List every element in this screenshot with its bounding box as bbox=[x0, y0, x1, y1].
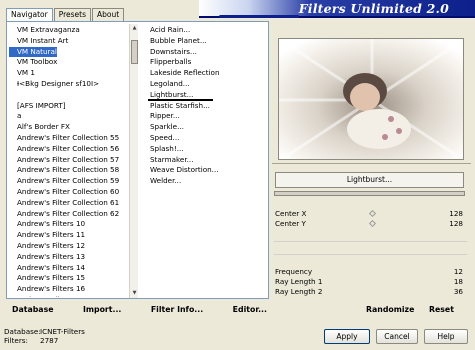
category-item[interactable]: Andrew's Filters 14 bbox=[9, 263, 129, 274]
category-item[interactable]: Andrew's Filters 10 bbox=[9, 219, 129, 230]
preview-image bbox=[278, 38, 464, 160]
category-item[interactable]: Andrew's Filters 13 bbox=[9, 252, 129, 263]
current-filter-button[interactable]: Lightburst... bbox=[275, 172, 464, 188]
param-value: 128 bbox=[449, 209, 463, 218]
category-item[interactable] bbox=[9, 90, 129, 101]
category-item[interactable]: a bbox=[9, 111, 129, 122]
editor-link[interactable]: Editor... bbox=[233, 305, 267, 317]
filter-item[interactable]: Splash!... bbox=[148, 144, 268, 155]
filter-list[interactable]: Acid Rain... Bubble Planet... Downstairs..… bbox=[148, 25, 268, 297]
filter-item[interactable]: Legoland... bbox=[148, 79, 268, 90]
category-item[interactable]: Andrew's Filter Collection 57 bbox=[9, 155, 129, 166]
filter-item[interactable]: Sparkle... bbox=[148, 122, 268, 133]
param-center-x[interactable]: Center X 128 bbox=[274, 209, 467, 219]
category-item[interactable]: VM 1 bbox=[9, 68, 129, 79]
tab-about[interactable]: About bbox=[92, 8, 125, 21]
category-item[interactable]: VM Toolbox bbox=[9, 57, 129, 68]
filter-item[interactable]: Plastic Starfish... bbox=[148, 101, 268, 112]
filter-item[interactable]: Lightburst... bbox=[148, 90, 213, 101]
param-ray-length-1[interactable]: Ray Length 1 18 bbox=[274, 277, 467, 287]
filter-item[interactable]: Speed... bbox=[148, 133, 268, 144]
category-item[interactable]: Andrew's Filters 17 bbox=[9, 295, 129, 297]
category-item[interactable]: Andrew's Filter Collection 56 bbox=[9, 144, 129, 155]
category-item[interactable]: VM Instant Art bbox=[9, 36, 129, 47]
filter-item[interactable]: Downstairs... bbox=[148, 47, 268, 58]
param-label: Center X bbox=[275, 209, 307, 218]
slider-marker-icon[interactable] bbox=[368, 209, 377, 218]
navigator-actions: Database Import... Filter Info... Editor… bbox=[12, 305, 267, 317]
filter-item[interactable]: Acid Rain... bbox=[148, 25, 268, 36]
param-divider bbox=[274, 254, 467, 255]
category-item[interactable]: Andrew's Filter Collection 58 bbox=[9, 165, 129, 176]
preview-slider[interactable] bbox=[274, 191, 465, 196]
cancel-button[interactable]: Cancel bbox=[376, 329, 418, 344]
category-item[interactable]: Andrew's Filter Collection 59 bbox=[9, 176, 129, 187]
tab-navigator[interactable]: Navigator bbox=[6, 8, 53, 22]
scroll-up-arrow-icon[interactable]: ▲ bbox=[131, 25, 138, 32]
slider-marker-icon[interactable] bbox=[368, 219, 377, 228]
title-banner: Filters Unlimited 2.0 bbox=[199, 0, 475, 18]
category-scrollbar[interactable]: ▲ ▼ bbox=[129, 24, 138, 298]
category-item[interactable]: VM Natural bbox=[9, 46, 57, 58]
category-item[interactable]: Andrew's Filter Collection 55 bbox=[9, 133, 129, 144]
param-label: Frequency bbox=[275, 267, 313, 276]
params-bottom: Frequency 12 Ray Length 1 18 Ray Length 2 3… bbox=[274, 267, 467, 297]
apply-button[interactable]: Apply bbox=[324, 329, 370, 344]
param-value: 18 bbox=[453, 277, 463, 286]
filter-item[interactable]: Flipperballs bbox=[148, 57, 268, 68]
param-label: Ray Length 1 bbox=[275, 277, 323, 286]
param-ray-length-2[interactable]: Ray Length 2 36 bbox=[274, 287, 467, 297]
param-frequency[interactable]: Frequency 12 bbox=[274, 267, 467, 277]
preview-separator bbox=[272, 163, 471, 164]
category-item[interactable]: Andrew's Filters 15 bbox=[9, 273, 129, 284]
category-item[interactable]: [AFS IMPORT] bbox=[9, 101, 129, 112]
category-item[interactable]: Andrew's Filters 16 bbox=[9, 284, 129, 295]
scroll-down-arrow-icon[interactable]: ▼ bbox=[131, 290, 138, 297]
param-label: Center Y bbox=[275, 219, 306, 228]
filter-item[interactable]: Weave Distortion... bbox=[148, 165, 268, 176]
filters-status-label: Filters: bbox=[4, 335, 28, 345]
filter-item[interactable]: Welder... bbox=[148, 176, 268, 187]
status-area: Database: ICNET-Filters Filters: 2787 bbox=[4, 327, 85, 345]
import-link[interactable]: Import... bbox=[83, 305, 121, 317]
params-top: Center X 128 Center Y 128 bbox=[274, 209, 467, 229]
category-item[interactable]: Andrew's Filter Collection 60 bbox=[9, 187, 129, 198]
tab-bar: Navigator Presets About bbox=[6, 8, 125, 22]
param-label: Ray Length 2 bbox=[275, 287, 323, 296]
category-item[interactable]: Ɨ<Bkg Designer sf10I> bbox=[9, 79, 129, 90]
reset-link[interactable]: Reset bbox=[429, 305, 454, 314]
filter-item[interactable]: Ripper... bbox=[148, 111, 268, 122]
category-item[interactable]: Alf's Border FX bbox=[9, 122, 129, 133]
param-center-y[interactable]: Center Y 128 bbox=[274, 219, 467, 229]
category-item[interactable]: Andrew's Filter Collection 61 bbox=[9, 198, 129, 209]
filter-item[interactable]: Bubble Planet... bbox=[148, 36, 268, 47]
banner-swoosh bbox=[219, 15, 299, 18]
param-value: 128 bbox=[449, 219, 463, 228]
filter-item[interactable]: Starmaker... bbox=[148, 155, 268, 166]
navigator-panel: VM Extravaganza VM Instant Art VM Natural V… bbox=[6, 21, 269, 299]
category-item[interactable]: Andrew's Filters 12 bbox=[9, 241, 129, 252]
banner-title: Filters Unlimited 2.0 bbox=[298, 1, 449, 16]
database-link[interactable]: Database bbox=[12, 305, 54, 317]
filter-item[interactable]: Lakeside Reflection bbox=[148, 68, 268, 79]
help-button[interactable]: Help bbox=[424, 329, 468, 344]
scroll-thumb[interactable] bbox=[131, 40, 138, 64]
param-divider bbox=[274, 241, 467, 242]
filters-status-value: 2787 bbox=[40, 335, 59, 345]
filter-info-link[interactable]: Filter Info... bbox=[151, 305, 203, 317]
category-item[interactable]: VM Extravaganza bbox=[9, 25, 129, 36]
param-value: 12 bbox=[453, 267, 463, 276]
category-list[interactable]: VM Extravaganza VM Instant Art VM Natural V… bbox=[9, 25, 129, 297]
category-item[interactable]: Andrew's Filters 11 bbox=[9, 230, 129, 241]
randomize-link[interactable]: Randomize bbox=[366, 305, 414, 314]
category-item[interactable]: Andrew's Filter Collection 62 bbox=[9, 209, 129, 220]
tab-presets[interactable]: Presets bbox=[53, 8, 91, 21]
param-value: 36 bbox=[453, 287, 463, 296]
